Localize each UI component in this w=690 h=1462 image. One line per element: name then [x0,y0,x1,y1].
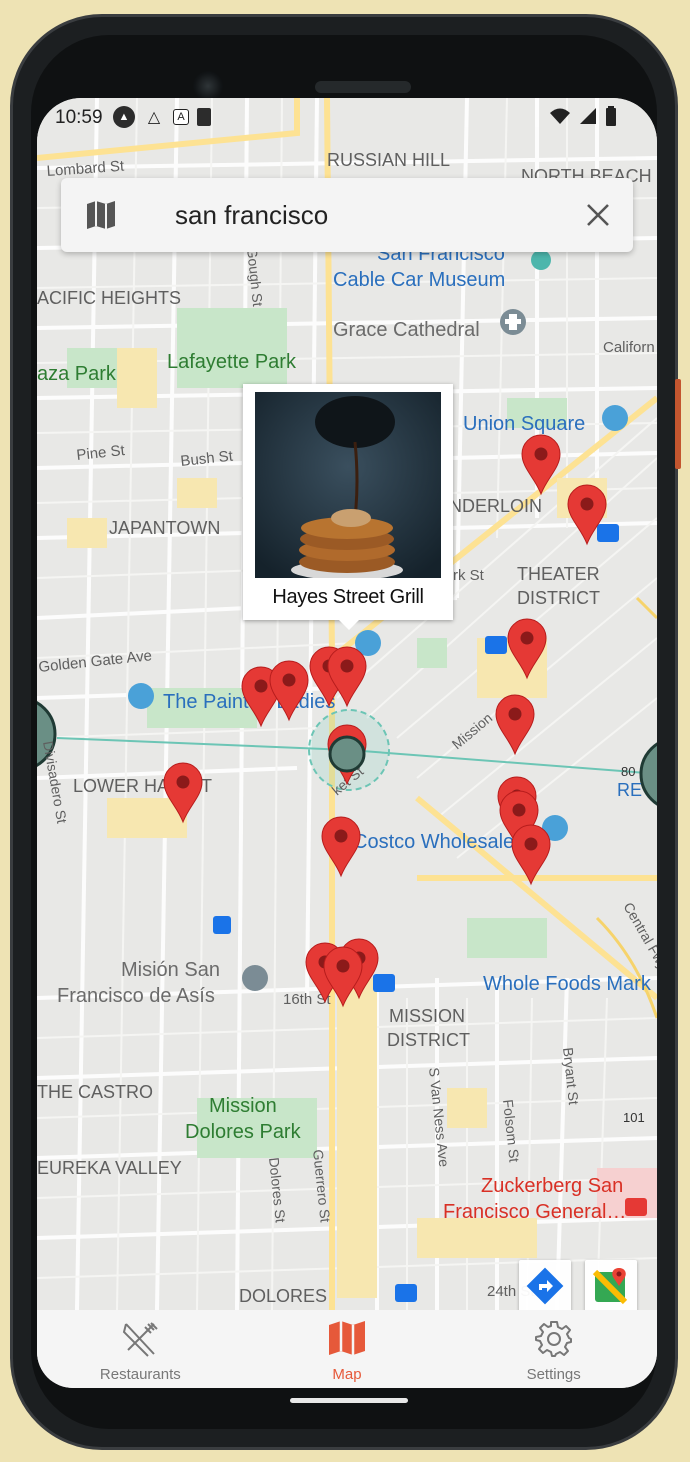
label-mision-2: Francisco de Asís [57,985,215,1007]
label-japantown: JAPANTOWN [109,518,220,538]
status-bar: 10:59 ▲ △ A [37,98,657,138]
label-dolores-hood: DOLORES [239,1286,327,1306]
triangle-icon: △ [147,109,161,126]
nav-restaurants[interactable]: Restaurants [37,1310,244,1388]
pin-dot [336,959,350,973]
close-icon[interactable] [585,202,611,228]
system-status-icons [549,106,617,126]
restaurant-photo [255,392,441,578]
pin-dot [176,775,190,789]
utensils-icon [123,1322,159,1357]
notification-icon: ▲ [113,106,135,128]
speaker [315,81,411,93]
google-maps-icon [592,1268,628,1305]
pin-dot [340,659,354,673]
signal-icon [580,108,596,124]
screen: Lombard St RUSSIAN HILL NORTH BEACH San … [37,98,657,1388]
nav-map[interactable]: Map [244,1310,451,1388]
open-maps-button[interactable] [585,1260,637,1312]
label-eddy: rk St [453,567,485,584]
gear-icon [534,1321,572,1357]
pin-dot [520,631,534,645]
label-mission-district-2: DISTRICT [387,1030,470,1050]
label-theater-1: THEATER [517,564,600,584]
power-button [675,379,681,469]
pin-dot [334,829,348,843]
search-bar[interactable]: san francisco [61,178,633,252]
pin-dot [524,837,538,851]
battery-icon [606,106,616,126]
label-theater-2: DISTRICT [517,588,600,608]
nav-label-map: Map [332,1366,362,1383]
nav-label-settings: Settings [526,1366,581,1383]
pin-dot [512,803,526,817]
pin-dot [254,679,268,693]
pin-dot [508,707,522,721]
label-pacific-heights: ACIFIC HEIGHTS [37,288,181,308]
search-input[interactable]: san francisco [175,200,328,231]
label-union-square: Union Square [463,413,585,435]
map-icon [87,201,115,229]
label-whole-foods: Whole Foods Mark [483,973,652,995]
label-mission-district-1: MISSION [389,1006,465,1026]
label-hwy-101: 101 [623,1110,645,1125]
directions-icon [526,1267,564,1305]
notification-icons: ▲ △ A [113,106,211,128]
bottom-navigation: Restaurants Map Settings [37,1310,657,1388]
label-plaza-park: aza Park [37,363,117,385]
label-zuckerberg-1: Zuckerberg San [481,1175,623,1197]
label-re: RE [617,780,642,800]
directions-button[interactable] [519,1260,571,1312]
label-lafayette: Lafayette Park [167,351,297,373]
pin-dot [580,497,594,511]
label-cable-car-2: Cable Car Museum [333,269,505,291]
label-eureka: EUREKA VALLEY [37,1158,182,1178]
map-canvas[interactable]: Lombard St RUSSIAN HILL NORTH BEACH San … [37,98,657,1310]
label-russian-hill: RUSSIAN HILL [327,150,450,170]
label-grace: Grace Cathedral [333,319,480,341]
pin-dot [534,447,548,461]
map-view[interactable]: Lombard St RUSSIAN HILL NORTH BEACH San … [37,98,657,1310]
pin-dot [282,673,296,687]
current-location-marker [328,735,366,773]
status-time: 10:59 [55,107,103,128]
restaurant-callout[interactable]: Hayes Street Grill [243,384,453,630]
label-mision-1: Misión San [121,959,220,981]
wifi-icon [550,108,570,124]
label-costco: Costco Wholesale [353,831,514,853]
sd-card-icon [197,108,211,126]
nav-label-restaurants: Restaurants [99,1366,181,1383]
camera [193,71,223,101]
map-icon [329,1321,365,1355]
label-mission-dolores-2: Dolores Park [185,1121,302,1143]
restaurant-name: Hayes Street Grill [272,586,424,608]
label-mission-dolores-1: Mission [209,1095,277,1117]
nav-settings[interactable]: Settings [450,1310,657,1388]
label-tenderloin: NDERLOIN [449,496,542,516]
label-zuckerberg-2: Francisco General… [443,1201,626,1223]
home-indicator[interactable] [290,1398,408,1403]
label-california: Californ [603,339,655,356]
label-castro: THE CASTRO [37,1082,153,1102]
label-hwy-80: 80 [621,764,635,779]
a-icon: A [173,109,189,125]
